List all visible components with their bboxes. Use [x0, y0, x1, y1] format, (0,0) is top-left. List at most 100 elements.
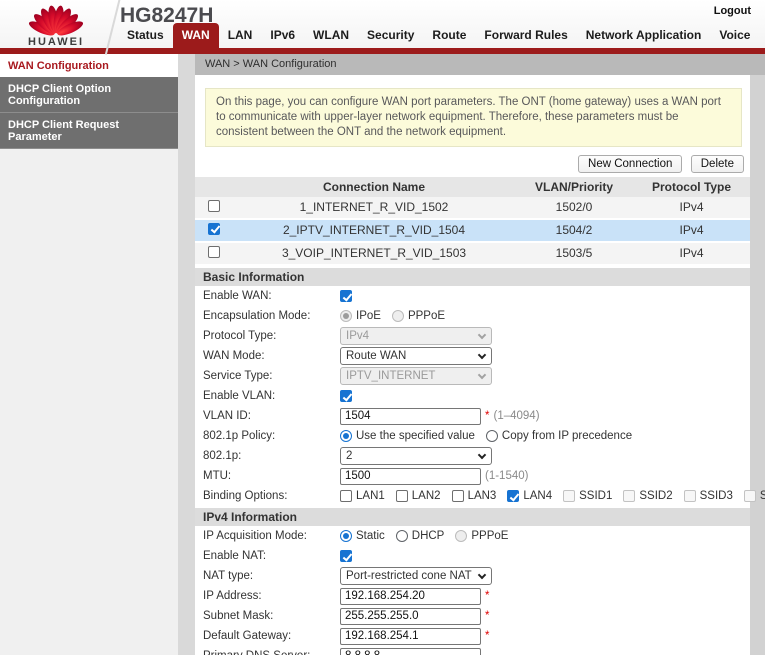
form-row-primary-dns: Primary DNS Server:	[195, 647, 750, 655]
radio-label: Copy from IP precedence	[502, 430, 632, 442]
lan3-checkbox[interactable]	[452, 490, 464, 502]
tab-network-application[interactable]: Network Application	[577, 23, 711, 48]
table-row[interactable]: 3_VOIP_INTERNET_R_VID_1503 1503/5 IPv4	[195, 242, 750, 265]
dhcp-radio[interactable]	[396, 530, 408, 542]
tab-system-tools[interactable]: System Tools	[759, 23, 765, 48]
row-checkbox[interactable]	[208, 246, 220, 258]
protocol-type: IPv4	[633, 242, 750, 265]
default-gateway-input[interactable]	[340, 628, 481, 645]
router-config-page: HUAWEI HG8247H Logout Status WAN LAN IPv…	[0, 0, 765, 655]
primary-dns-input[interactable]	[340, 648, 481, 655]
sidebar-item-dhcp-client-option-configuration[interactable]: DHCP Client Option Configuration	[0, 77, 178, 113]
form-row-enable-wan: Enable WAN:	[195, 287, 750, 306]
chevron-down-icon	[478, 451, 486, 459]
form-row-enable-nat: Enable NAT:	[195, 547, 750, 566]
tab-route[interactable]: Route	[423, 23, 475, 48]
table-toolbar: New Connection Delete	[195, 155, 744, 173]
service-type-select[interactable]: IPTV_INTERNET	[340, 367, 492, 385]
lan2-checkbox[interactable]	[396, 490, 408, 502]
delete-button[interactable]: Delete	[691, 155, 744, 173]
mtu-input[interactable]	[340, 468, 481, 485]
table-header-row: Connection Name VLAN/Priority Protocol T…	[195, 177, 750, 197]
field-label: Primary DNS Server:	[203, 650, 340, 655]
brand-text: HUAWEI	[10, 36, 102, 48]
required-mark: *	[485, 410, 489, 422]
select-value: IPv4	[346, 330, 369, 342]
tab-wlan[interactable]: WLAN	[304, 23, 358, 48]
huawei-flower-icon	[20, 2, 92, 38]
ssid2-checkbox[interactable]	[623, 490, 635, 502]
enable-wan-checkbox[interactable]	[340, 290, 352, 302]
enable-vlan-checkbox[interactable]	[340, 390, 352, 402]
section-ipv4-information: IPv4 Information	[195, 508, 750, 526]
copy-ip-precedence-radio[interactable]	[486, 430, 498, 442]
radio-label: IPoE	[356, 310, 381, 322]
8021p-select[interactable]: 2	[340, 447, 492, 465]
tab-lan[interactable]: LAN	[219, 23, 262, 48]
table-row[interactable]: 2_IPTV_INTERNET_R_VID_1504 1504/2 IPv4	[195, 219, 750, 242]
new-connection-button[interactable]: New Connection	[578, 155, 682, 173]
protocol-type-select[interactable]: IPv4	[340, 327, 492, 345]
select-value: 2	[346, 450, 352, 462]
ssid3-checkbox[interactable]	[684, 490, 696, 502]
range-hint: (1-1540)	[485, 470, 528, 482]
ipoe-radio[interactable]	[340, 310, 352, 322]
nat-type-select[interactable]: Port-restricted cone NAT	[340, 567, 492, 585]
field-label: Protocol Type:	[203, 330, 340, 342]
enable-nat-checkbox[interactable]	[340, 550, 352, 562]
specified-value-radio[interactable]	[340, 430, 352, 442]
vlan-id-input[interactable]	[340, 408, 481, 425]
checkbox-label: LAN3	[468, 490, 497, 502]
checkbox-label: LAN1	[356, 490, 385, 502]
header: HUAWEI HG8247H Logout Status WAN LAN IPv…	[0, 0, 765, 48]
row-checkbox[interactable]	[208, 223, 220, 235]
chevron-down-icon	[478, 571, 486, 579]
field-label: MTU:	[203, 470, 340, 482]
tab-security[interactable]: Security	[358, 23, 423, 48]
ssid4-checkbox[interactable]	[744, 490, 756, 502]
pppoe-radio[interactable]	[392, 310, 404, 322]
tab-voice[interactable]: Voice	[710, 23, 759, 48]
form-row-nat-type: NAT type: Port-restricted cone NAT	[195, 567, 750, 586]
logout-link[interactable]: Logout	[714, 5, 751, 17]
checkbox-label: SSID1	[579, 490, 612, 502]
checkbox-column-header	[195, 177, 233, 197]
connection-name: 3_VOIP_INTERNET_R_VID_1503	[233, 242, 515, 265]
table-row[interactable]: 1_INTERNET_R_VID_1502 1502/0 IPv4	[195, 197, 750, 219]
form-row-8021p: 802.1p: 2	[195, 447, 750, 466]
static-radio[interactable]	[340, 530, 352, 542]
tab-wan[interactable]: WAN	[173, 23, 219, 48]
ip-address-input[interactable]	[340, 588, 481, 605]
field-label: IP Acquisition Mode:	[203, 530, 340, 542]
field-label: 802.1p Policy:	[203, 430, 340, 442]
connection-name: 1_INTERNET_R_VID_1502	[233, 197, 515, 219]
sidebar-item-wan-configuration[interactable]: WAN Configuration	[0, 54, 178, 77]
pppoe-acquisition-radio[interactable]	[455, 530, 467, 542]
range-hint: (1–4094)	[493, 410, 539, 422]
row-checkbox[interactable]	[208, 200, 220, 212]
tab-forward-rules[interactable]: Forward Rules	[475, 23, 576, 48]
protocol-type: IPv4	[633, 219, 750, 242]
connections-table: Connection Name VLAN/Priority Protocol T…	[195, 177, 750, 266]
tab-ipv6[interactable]: IPv6	[261, 23, 304, 48]
form-row-8021p-policy: 802.1p Policy: Use the specified value C…	[195, 427, 750, 446]
form-row-ip-acquisition-mode: IP Acquisition Mode: Static DHCP PPPoE	[195, 527, 750, 546]
required-mark: *	[485, 590, 489, 602]
radio-label: DHCP	[412, 530, 445, 542]
form-row-protocol-type: Protocol Type: IPv4	[195, 327, 750, 346]
content-area: On this page, you can configure WAN port…	[195, 75, 750, 655]
main-nav: Status WAN LAN IPv6 WLAN Security Route …	[118, 23, 765, 48]
tab-status[interactable]: Status	[118, 23, 173, 48]
checkbox-label: LAN2	[412, 490, 441, 502]
sidebar-item-dhcp-client-request-parameter[interactable]: DHCP Client Request Parameter	[0, 113, 178, 149]
wan-mode-select[interactable]: Route WAN	[340, 347, 492, 365]
form-row-ip-address: IP Address: *	[195, 587, 750, 606]
subnet-mask-input[interactable]	[340, 608, 481, 625]
ssid1-checkbox[interactable]	[563, 490, 575, 502]
lan4-checkbox[interactable]	[507, 490, 519, 502]
checkbox-label: LAN4	[523, 490, 552, 502]
form-row-mtu: MTU: (1-1540)	[195, 467, 750, 486]
field-label: IP Address:	[203, 590, 340, 602]
lan1-checkbox[interactable]	[340, 490, 352, 502]
chevron-down-icon	[478, 351, 486, 359]
